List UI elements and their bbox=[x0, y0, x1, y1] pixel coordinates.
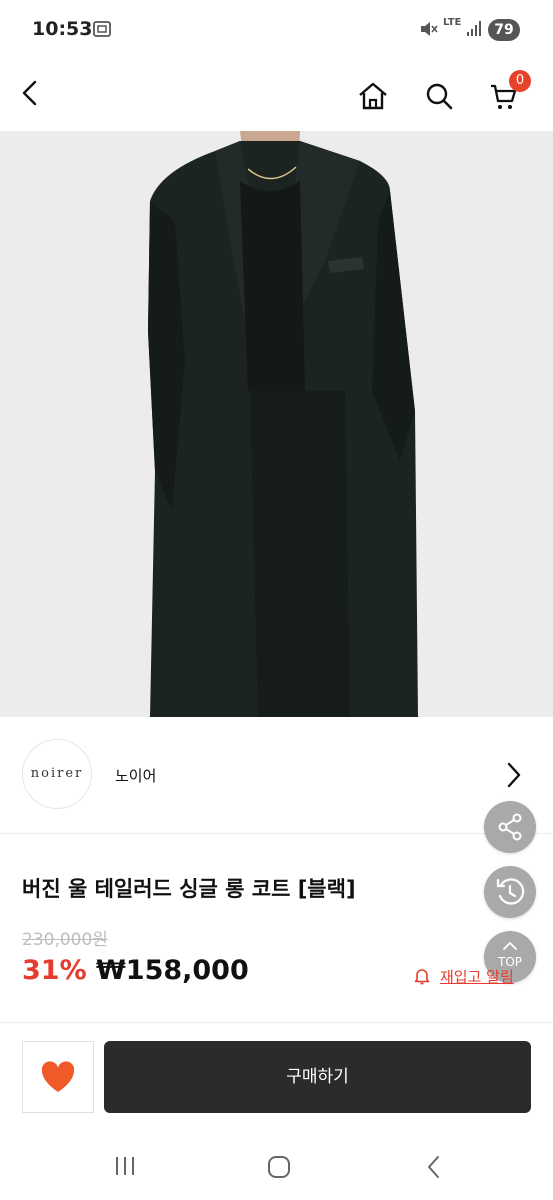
discount-rate: 31% bbox=[22, 955, 87, 986]
screenshot-icon bbox=[93, 21, 111, 37]
buy-button[interactable]: 구매하기 bbox=[104, 1041, 531, 1113]
like-button[interactable] bbox=[22, 1041, 94, 1113]
system-nav-bar bbox=[0, 1136, 553, 1200]
battery-level: 79 bbox=[488, 19, 520, 41]
original-price: 230,000원 bbox=[22, 930, 108, 950]
sale-price: ₩158,000 bbox=[96, 955, 249, 986]
signal-icon bbox=[467, 21, 481, 36]
seller-logo[interactable]: noirer bbox=[22, 739, 92, 809]
divider bbox=[0, 1022, 553, 1023]
status-time: 10:53 bbox=[32, 18, 93, 40]
product-image[interactable] bbox=[0, 131, 553, 717]
recent-history-button[interactable] bbox=[484, 866, 536, 918]
product-title: 버진 울 테일러드 싱글 롱 코트 [블랙] bbox=[22, 877, 356, 901]
search-icon[interactable] bbox=[425, 82, 455, 112]
cart-count-badge: 0 bbox=[509, 70, 531, 92]
share-button[interactable] bbox=[484, 801, 536, 853]
status-bar: 10:53 LTE 79 bbox=[0, 0, 553, 60]
recent-apps-icon[interactable] bbox=[113, 1155, 137, 1177]
back-nav-icon[interactable] bbox=[424, 1154, 444, 1180]
chevron-right-icon[interactable] bbox=[504, 761, 524, 789]
seller-name[interactable]: 노이어 bbox=[115, 765, 156, 786]
chevron-up-icon bbox=[503, 942, 517, 950]
restock-alert-link[interactable]: 재입고 알림 bbox=[414, 966, 514, 987]
heart-icon bbox=[41, 1061, 75, 1092]
history-icon bbox=[496, 878, 525, 905]
home-nav-icon[interactable] bbox=[266, 1154, 292, 1180]
divider bbox=[0, 833, 553, 834]
top-app-bar bbox=[0, 60, 553, 131]
restock-alert-label: 재입고 알림 bbox=[440, 968, 514, 986]
bell-icon bbox=[414, 969, 430, 985]
home-icon[interactable] bbox=[357, 81, 389, 111]
network-type: LTE bbox=[443, 17, 462, 28]
back-icon[interactable] bbox=[18, 78, 44, 108]
mute-icon bbox=[421, 22, 438, 36]
product-photo bbox=[0, 131, 553, 717]
share-icon bbox=[498, 813, 522, 841]
